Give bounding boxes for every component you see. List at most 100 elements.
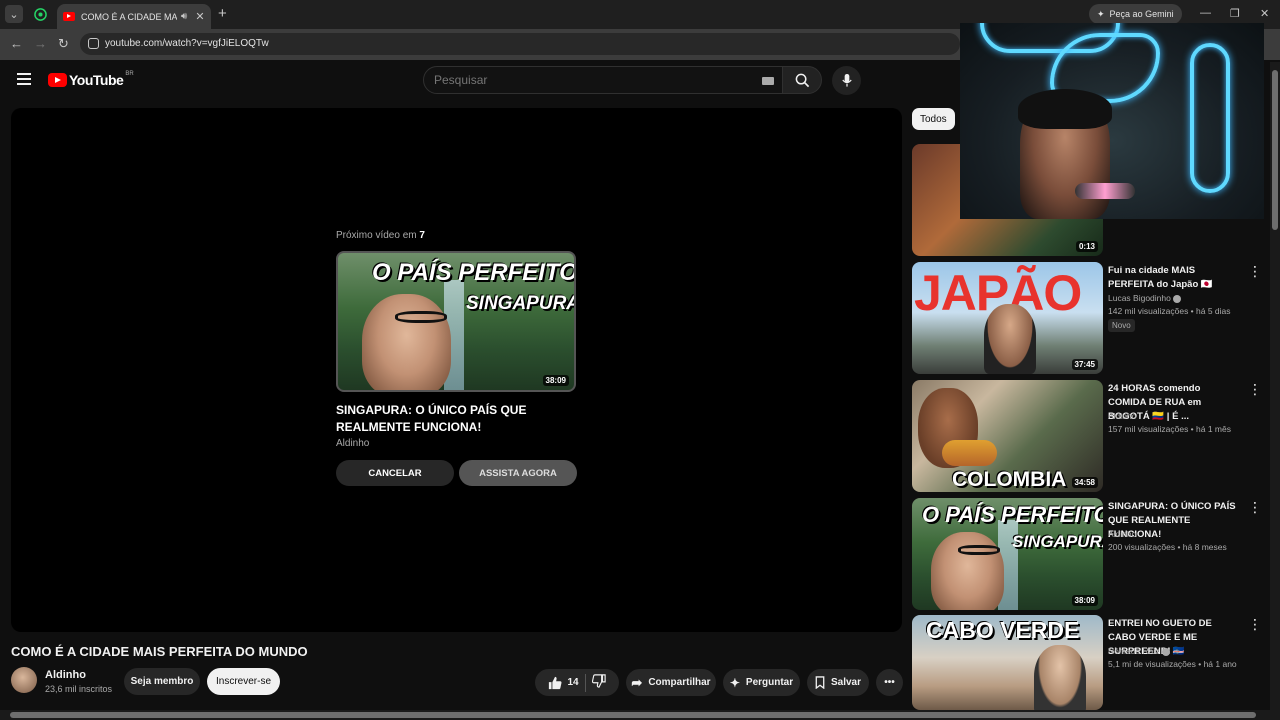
like-button[interactable]: 14 [548,676,579,690]
verified-icon [1172,294,1181,303]
video-meta: 142 mil visualizações • há 5 dias [1108,306,1231,316]
up-next-channel: Aldinho [336,438,370,449]
channel-name[interactable]: Aldinho [45,669,86,681]
menu-hamburger-icon[interactable] [17,73,31,88]
up-next-countdown: Próximo vídeo em 7 [336,230,425,241]
recommended-video[interactable]: COLOMBIA 34:58 24 HORAS comendo COMIDA D… [912,380,1272,492]
thumb-text-line2: SINGAPURA [1012,532,1103,551]
like-dislike-group: 14 [535,669,619,696]
duration-badge: 38:09 [1071,595,1098,606]
new-tab-icon[interactable]: + [218,5,227,22]
reload-icon[interactable]: ↻ [58,36,69,52]
new-badge: Novo [1108,319,1135,332]
save-label: Salvar [830,677,862,688]
close-tab-icon[interactable]: ✕ [195,10,204,23]
video-thumbnail[interactable]: O PAÍS PERFEITO SINGAPURA 38:09 [912,498,1103,610]
channel-name[interactable]: Nômade Raiz [1108,646,1170,656]
verified-icon [1161,647,1170,656]
horizontal-scroll-thumb[interactable] [10,712,1256,718]
thumb-text-line1: O PAÍS PERFEITO [922,502,1103,527]
active-browser-tab[interactable]: COMO É A CIDADE MAIS PERFEITA DO MUNDO -… [57,4,211,29]
country-code: BR [125,71,134,77]
channel-avatar[interactable] [11,667,37,693]
keyboard-icon[interactable] [762,77,774,85]
video-title[interactable]: Fui na cidade MAIS PERFEITA do Japão 🇯🇵 [1108,264,1236,292]
video-thumbnail[interactable]: JAPÃO 37:45 [912,262,1103,374]
recommended-video[interactable]: JAPÃO 37:45 Fui na cidade MAIS PERFEITA … [912,262,1272,374]
url-text[interactable]: youtube.com/watch?v=vgfJiELOQTw [105,38,269,49]
restore-icon[interactable]: ❐ [1230,7,1240,20]
channel-name[interactable]: Aldinho [1108,411,1136,421]
video-player[interactable]: Próximo vídeo em 7 O PAÍS PERFEITO SINGA… [11,108,902,632]
neon-light [1190,43,1230,193]
divider [584,673,586,692]
video-meta: 200 visualizações • há 8 meses [1108,542,1227,552]
tab-search-chevron-icon[interactable]: ⌄ [5,5,23,23]
video-thumbnail[interactable]: CABO VERDE [912,615,1103,710]
filter-chip-all[interactable]: Todos [912,108,955,130]
duration-badge: 37:45 [1071,359,1098,370]
back-arrow-icon[interactable]: ← [10,36,23,51]
search-box[interactable] [423,66,783,94]
share-button[interactable]: ➦ Compartilhar [626,669,716,696]
gemini-sparkle-icon: ✦ [1097,8,1105,19]
vertical-scroll-thumb[interactable] [1272,70,1278,230]
video-thumbnail[interactable]: COLOMBIA 34:58 [912,380,1103,492]
streamer-hair [1018,89,1112,129]
share-label: Compartilhar [648,677,711,688]
thumb-text: CABO VERDE [926,617,1080,643]
duration-badge: 38:09 [542,375,569,386]
ask-label: Perguntar [745,677,794,688]
join-button[interactable]: Seja membro [124,668,200,695]
thumb-text-line2: SINGAPURA [466,293,576,314]
bookmark-icon [815,676,825,689]
site-info-icon[interactable] [88,38,99,49]
speaker-icon[interactable]: 🔊︎ [181,11,187,22]
search-input[interactable] [434,73,734,87]
dislike-button[interactable] [591,674,606,691]
address-bar[interactable]: youtube.com/watch?v=vgfJiELOQTw [80,33,960,55]
more-options-icon[interactable]: ⋮ [1248,382,1262,396]
thumb-text: COLOMBIA [952,468,1067,491]
window-close-icon[interactable]: ✕ [1260,7,1269,20]
share-arrow-icon: ➦ [631,674,643,690]
cancel-autoplay-button[interactable]: CANCELAR [336,460,454,486]
tab-title: COMO É A CIDADE MAIS PERFEITA DO MUNDO -… [81,11,177,22]
like-count: 14 [567,677,579,688]
save-button[interactable]: Salvar [807,669,869,696]
forward-arrow-icon[interactable]: → [34,36,47,51]
youtube-favicon-icon [63,12,75,21]
more-options-icon[interactable]: ⋮ [1248,500,1262,514]
search-button[interactable] [782,66,822,94]
microphone-light [1075,183,1135,199]
voice-search-button[interactable] [832,66,861,95]
more-options-icon[interactable]: ⋮ [1248,617,1262,631]
duration-badge: 0:13 [1075,241,1098,252]
channel-name[interactable]: Lucas Bigodinho [1108,293,1181,303]
watch-now-button[interactable]: ASSISTA AGORA [459,460,577,486]
gemini-button[interactable]: ✦ Peça ao Gemini [1089,4,1182,24]
more-options-icon[interactable]: ⋮ [1248,264,1262,278]
thumbs-down-icon [591,674,606,688]
youtube-logo[interactable]: YouTube BR [48,71,134,88]
microphone-icon [841,73,852,87]
more-actions-icon[interactable]: ••• [876,669,903,696]
sparkle-icon: ✦ [729,675,740,690]
channel-name[interactable]: Aldinho [1108,529,1136,539]
duration-badge: 34:58 [1071,477,1098,488]
whatsapp-tab-icon[interactable] [31,5,49,23]
recommended-video[interactable]: CABO VERDE ENTREI NO GUETO DE CABO VERDE… [912,615,1272,710]
ask-button[interactable]: ✦ Perguntar [723,669,800,696]
video-meta: 5,1 mi de visualizações • há 1 ano [1108,659,1237,669]
up-next-title[interactable]: SINGAPURA: O ÚNICO PAÍS QUE REALMENTE FU… [336,402,566,436]
video-meta: 157 mil visualizações • há 1 mês [1108,424,1231,434]
search-icon [795,73,809,87]
video-title: COMO É A CIDADE MAIS PERFEITA DO MUNDO [11,644,308,659]
webcam-overlay [960,23,1264,219]
minimize-icon[interactable]: — [1200,7,1211,19]
recommended-video[interactable]: O PAÍS PERFEITO SINGAPURA 38:09 SINGAPUR… [912,498,1272,610]
logo-wordmark: YouTube [69,72,124,88]
subscriber-count: 23,6 mil inscritos [45,684,113,694]
subscribe-button[interactable]: Inscrever-se [207,668,280,695]
up-next-thumbnail[interactable]: O PAÍS PERFEITO SINGAPURA 38:09 [336,251,576,392]
